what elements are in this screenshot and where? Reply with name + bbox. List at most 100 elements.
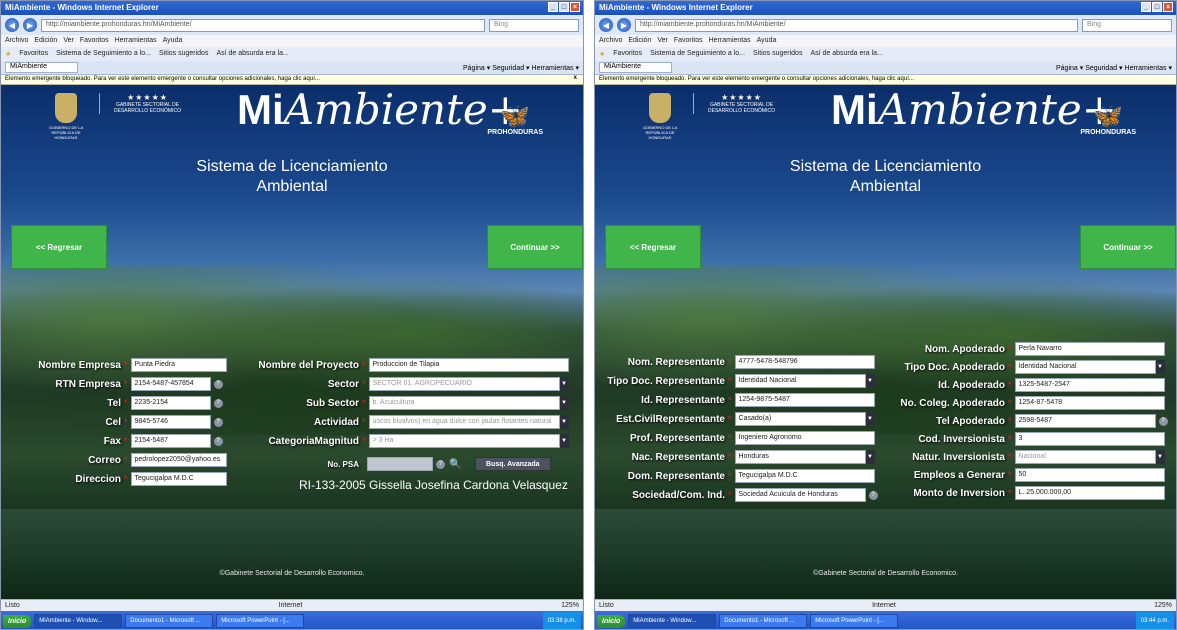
favorite-link-sitios[interactable]: Sitios sugeridos (159, 50, 208, 58)
back-arrow-icon[interactable]: ◀ (599, 18, 613, 32)
chevron-down-icon[interactable]: ▼ (1155, 360, 1165, 374)
task-documento1[interactable]: Documento1 - Microsoft ... (125, 614, 214, 628)
zoom-level[interactable]: 125% (561, 602, 579, 609)
maximize-button[interactable]: □ (1152, 2, 1162, 12)
tab-miambiente[interactable]: MiAmbiente (599, 62, 672, 73)
input-cod-inversionista[interactable]: 3 (1014, 432, 1165, 446)
input-nom-apoderado[interactable]: Perla Navarro (1014, 342, 1165, 356)
continue-button[interactable]: Continuar >> (1080, 225, 1176, 269)
select-est-civil-representante[interactable]: Casado(a) (734, 412, 866, 426)
select-tipo-doc-apoderado[interactable]: Identidad Nacional (1014, 360, 1156, 374)
input-nom-representante[interactable]: 4777-5478-548796 (734, 355, 875, 369)
forward-arrow-icon[interactable]: ▶ (617, 18, 631, 32)
select-tipo-doc-representante[interactable]: Identidad Nacional (734, 374, 866, 388)
zoom-level[interactable]: 125% (1154, 602, 1172, 609)
task-documento1[interactable]: Documento1 - Microsoft ... (719, 614, 808, 628)
input-no-coleg-apoderado[interactable]: 1254-87-5478 (1014, 396, 1165, 410)
favorite-link-seguimiento[interactable]: Sistema de Seguimiento a lo... (650, 50, 745, 58)
favorites-button[interactable]: Favoritos (19, 50, 48, 58)
task-powerpoint[interactable]: Microsoft PowerPoint - [... (216, 614, 305, 628)
favorites-star-icon[interactable]: ★ (599, 50, 605, 58)
help-icon[interactable]: ? (868, 490, 878, 500)
select-sub-sector[interactable]: b. Acuicultura (368, 396, 560, 410)
address-input[interactable]: http://miambiente.prohonduras.hn/MiAmbie… (41, 18, 485, 32)
close-icon[interactable]: x (574, 75, 577, 81)
menu-item-edicion[interactable]: Edición (628, 37, 651, 45)
input-nombre-proyecto[interactable]: Produccion de Tilapia (368, 358, 569, 372)
menu-item-edicion[interactable]: Edición (34, 37, 57, 45)
input-nombre-empresa[interactable]: Punta Piedra (130, 358, 227, 372)
tab-miambiente[interactable]: MiAmbiente (5, 62, 78, 73)
menu-item-favoritos[interactable]: Favoritos (80, 37, 109, 45)
help-icon[interactable]: ? (213, 436, 223, 446)
favorite-link-absurda[interactable]: Así de absurda era la... (216, 50, 288, 58)
input-id-representante[interactable]: 1254-9875-5487 (734, 393, 875, 407)
search-input[interactable]: Bing (1082, 18, 1172, 32)
command-bar[interactable]: Página ▾ Seguridad ▾ Herramientas ▾ (1056, 64, 1172, 72)
input-rtn-empresa[interactable]: 2154-5487-457854 (130, 377, 211, 391)
popup-blocked-bar[interactable]: Elemento emergente bloqueado. Para ver e… (595, 75, 1176, 85)
input-sociedad[interactable]: Sociedad Acuicula de Honduras (734, 488, 866, 502)
input-tel[interactable]: 2235-2154 (130, 396, 211, 410)
help-icon[interactable]: ? (213, 379, 223, 389)
input-dom-representante[interactable]: Tegucigalpa M.D.C (734, 469, 875, 483)
search-input[interactable]: Bing (489, 18, 579, 32)
chevron-down-icon[interactable]: ▼ (559, 434, 569, 448)
input-direccion[interactable]: Tegucigalpa M.D.C (130, 472, 227, 486)
menu-item-archivo[interactable]: Archivo (5, 37, 28, 45)
help-icon[interactable]: ? (213, 398, 223, 408)
input-monto-de-inversion[interactable]: L. 25.000.000,00 (1014, 486, 1165, 500)
menu-item-ayuda[interactable]: Ayuda (757, 37, 777, 45)
input-empleos-a-generar[interactable]: 50 (1014, 468, 1165, 482)
command-bar[interactable]: Página ▾ Seguridad ▾ Herramientas ▾ (463, 64, 579, 72)
favorite-link-sitios[interactable]: Sitios sugeridos (753, 50, 802, 58)
help-icon[interactable]: ? (1158, 416, 1168, 426)
input-tel-apoderado[interactable]: 2598-5487 (1014, 414, 1156, 428)
help-icon[interactable]: ? (213, 417, 223, 427)
minimize-button[interactable]: _ (1141, 2, 1151, 12)
input-fax[interactable]: 2154-5487 (130, 434, 211, 448)
menu-item-herramientas[interactable]: Herramientas (115, 37, 157, 45)
chevron-down-icon[interactable]: ▼ (559, 396, 569, 410)
back-arrow-icon[interactable]: ◀ (5, 18, 19, 32)
chevron-down-icon[interactable]: ▼ (865, 412, 875, 426)
close-button[interactable]: × (570, 2, 580, 12)
chevron-down-icon[interactable]: ▼ (559, 415, 569, 429)
menu-item-ayuda[interactable]: Ayuda (163, 37, 183, 45)
chevron-down-icon[interactable]: ▼ (1155, 450, 1165, 464)
minimize-button[interactable]: _ (548, 2, 558, 12)
address-input[interactable]: http://miambiente.prohonduras.hn/MiAmbie… (635, 18, 1078, 32)
select-sector[interactable]: SECTOR 01. AGROPECUARIO (368, 377, 560, 391)
chevron-down-icon[interactable]: ▼ (865, 450, 875, 464)
menu-item-favoritos[interactable]: Favoritos (674, 37, 703, 45)
menu-item-archivo[interactable]: Archivo (599, 37, 622, 45)
favorites-button[interactable]: Favoritos (613, 50, 642, 58)
input-prof-representante[interactable]: Ingeniero Agronomo (734, 431, 875, 445)
chevron-down-icon[interactable]: ▼ (559, 377, 569, 391)
favorite-link-absurda[interactable]: Así de absurda era la... (810, 50, 882, 58)
popup-blocked-bar[interactable]: Elemento emergente bloqueado. Para ver e… (1, 75, 583, 85)
start-button[interactable]: Inicio (597, 614, 626, 628)
task-miambiente[interactable]: MiAmbiente - Window... (34, 614, 123, 628)
favorite-link-seguimiento[interactable]: Sistema de Seguimiento a lo... (56, 50, 151, 58)
menu-item-ver[interactable]: Ver (63, 37, 74, 45)
select-natur-inversionista[interactable]: Nacional (1014, 450, 1156, 464)
back-button[interactable]: << Regresar (11, 225, 107, 269)
task-miambiente[interactable]: MiAmbiente - Window... (628, 614, 717, 628)
forward-arrow-icon[interactable]: ▶ (23, 18, 37, 32)
chevron-down-icon[interactable]: ▼ (865, 374, 875, 388)
help-icon[interactable]: ? (436, 459, 445, 469)
select-categoria-magnitud[interactable]: > 3 Ha (368, 434, 560, 448)
close-button[interactable]: × (1163, 2, 1173, 12)
menu-item-herramientas[interactable]: Herramientas (709, 37, 751, 45)
back-button[interactable]: << Regresar (605, 225, 701, 269)
maximize-button[interactable]: □ (559, 2, 569, 12)
input-correo[interactable]: pedrolopez2050@yahoo.es (130, 453, 227, 467)
continue-button[interactable]: Continuar >> (487, 225, 583, 269)
select-nac-representante[interactable]: Honduras (734, 450, 866, 464)
favorites-star-icon[interactable]: ★ (5, 50, 11, 58)
select-actividad[interactable]: uscos bivalvos) en agua dulce con jaulas… (368, 415, 560, 429)
menu-item-ver[interactable]: Ver (657, 37, 668, 45)
start-button[interactable]: Inicio (3, 614, 32, 628)
search-icon[interactable]: 🔍 (449, 459, 461, 470)
